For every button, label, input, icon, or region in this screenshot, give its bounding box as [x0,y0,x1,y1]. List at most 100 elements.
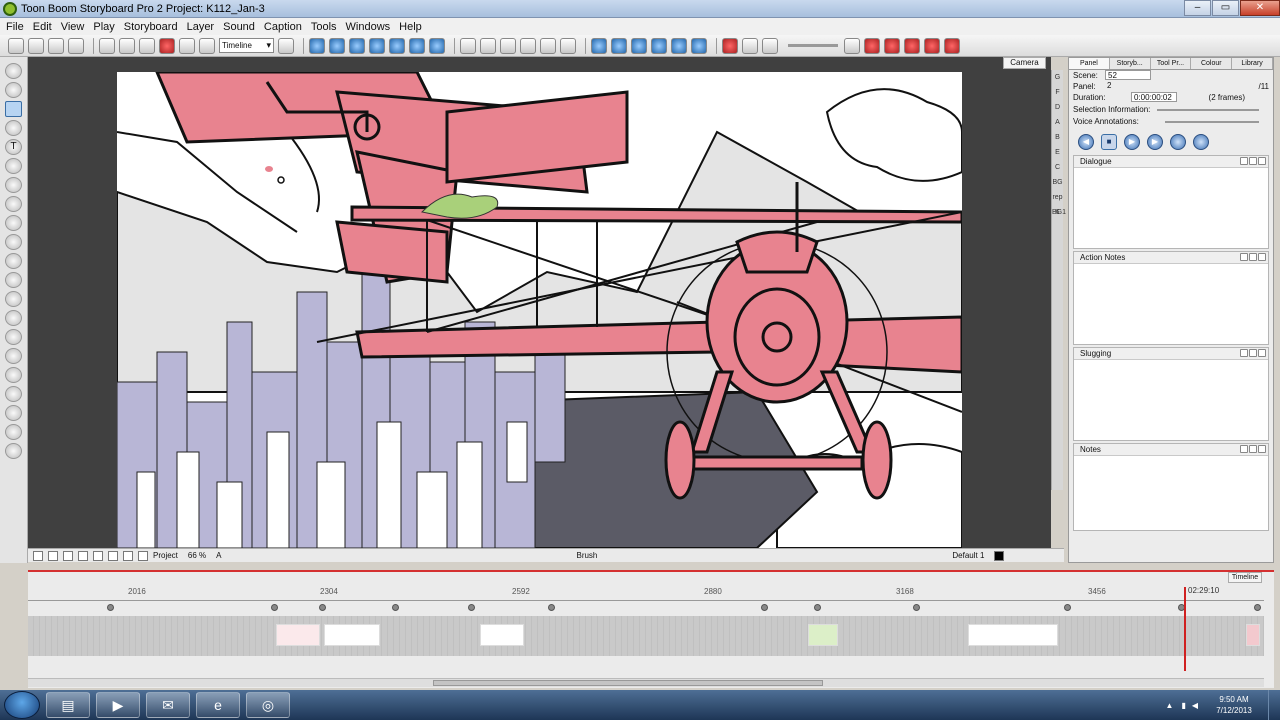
previous-frame-icon[interactable] [611,37,627,54]
layer-label[interactable]: BG [1052,175,1063,190]
expand-icon[interactable] [1249,349,1257,357]
volume-slider[interactable] [788,44,838,47]
start-button[interactable] [4,691,40,719]
lighttable-tool-icon[interactable] [5,367,22,383]
playback-settings-icon[interactable] [691,37,707,54]
brush-tool-icon[interactable] [5,101,22,117]
join-panel-icon[interactable] [520,37,536,54]
menu-edit[interactable]: Edit [33,21,52,33]
hand-tool-icon[interactable] [5,234,22,250]
redo-icon[interactable] [199,37,215,54]
storyboard-panel-drawing[interactable] [117,72,962,548]
timeline-scrollbar[interactable] [28,678,1264,687]
cut-icon[interactable] [99,37,115,54]
open-project-icon[interactable] [28,37,44,54]
paste-icon[interactable] [139,37,155,54]
scene-field[interactable]: 52 [1105,70,1151,80]
menu-tools[interactable]: Tools [311,21,337,33]
grid-toggle-icon[interactable] [48,550,58,561]
record-icon[interactable] [722,37,738,54]
minimize-button[interactable]: – [1184,0,1211,16]
timeline-playhead[interactable] [1184,587,1186,671]
layer-label[interactable]: C [1052,160,1063,175]
menu-sound[interactable]: Sound [223,21,255,33]
outlook-task-icon[interactable]: ✉ [146,692,190,718]
show-desktop-button[interactable] [1268,690,1280,720]
onion-skin-icon[interactable] [329,37,345,54]
zoom-audio-icon[interactable] [1170,134,1186,150]
panel-marker[interactable] [1064,604,1071,611]
duration-field[interactable]: 0:00:00:02 [1131,92,1177,102]
current-colour-swatch[interactable] [994,550,1005,561]
zoom-level[interactable]: 66 % [188,551,206,560]
reset-view-icon[interactable] [33,550,43,561]
timeline-scroll-thumb[interactable] [433,680,823,686]
layout-icon[interactable] [278,37,294,54]
menu-icon[interactable] [1258,157,1266,165]
line-tool-icon[interactable] [5,196,22,212]
menu-icon[interactable] [1258,349,1266,357]
paint-tool-icon[interactable] [5,177,22,193]
internet-explorer-task-icon[interactable]: e [196,692,240,718]
menu-windows[interactable]: Windows [346,21,391,33]
menu-play[interactable]: Play [93,21,114,33]
timeline-ruler[interactable]: 2016 2304 2592 2880 3168 3456 [28,583,1264,601]
clock[interactable]: 9:50 AM 7/12/2013 [1204,694,1264,716]
text-format-icon[interactable] [1240,445,1248,453]
camera-icon[interactable] [560,37,576,54]
save-icon[interactable] [48,37,64,54]
tab-colour[interactable]: Colour [1191,58,1233,69]
layer-label[interactable]: F [1052,85,1063,100]
fast-forward-icon[interactable]: ▶ [1147,134,1163,150]
rotate-tool-icon[interactable] [5,253,22,269]
transition-icon[interactable] [540,37,556,54]
text-format-icon[interactable] [1240,157,1248,165]
selection-info-expander[interactable]: Selection Information: [1069,103,1273,115]
pencil-preset-icon[interactable] [884,37,900,54]
zoom-out-icon[interactable] [429,37,445,54]
eyedropper-tool-icon[interactable] [5,215,22,231]
panel-marker[interactable] [392,604,399,611]
marker-preset-icon[interactable] [924,37,940,54]
notes-section[interactable]: Notes [1073,443,1269,531]
stamp-tool-icon[interactable] [5,443,22,459]
layer-label[interactable]: rep 6 [1052,190,1063,216]
panel-thumbnail[interactable] [276,624,320,646]
transform-tool-icon[interactable] [5,310,22,326]
layer-label[interactable]: E [1052,145,1063,160]
tab-panel[interactable]: Panel [1069,58,1110,69]
maximize-button[interactable]: ▭ [1212,0,1239,16]
copy-icon[interactable] [119,37,135,54]
explorer-task-icon[interactable]: ▤ [46,692,90,718]
panel-track[interactable] [28,616,1264,656]
contour-editor-icon[interactable] [5,82,22,98]
panel-marker[interactable] [107,604,114,611]
menu-icon[interactable] [1258,253,1266,261]
dialogue-section[interactable]: Dialogue [1073,155,1269,249]
media-player-task-icon[interactable]: ▶ [96,692,140,718]
panel-thumbnail[interactable] [1246,624,1260,646]
project-select[interactable]: Project [153,551,178,560]
menu-icon[interactable] [1258,445,1266,453]
camera-tool-icon[interactable] [5,291,22,307]
camera-mask-icon[interactable] [123,550,133,561]
morph-tool-icon[interactable] [5,424,22,440]
tab-storyboard[interactable]: Storyb... [1109,58,1151,69]
panel-thumbnail[interactable] [968,624,1058,646]
menu-caption[interactable]: Caption [264,21,302,33]
rewind-icon[interactable]: ◀ [1078,134,1094,150]
layer-label[interactable]: D [1052,100,1063,115]
split-panel-icon[interactable] [500,37,516,54]
close-button[interactable]: ✕ [1240,0,1280,16]
camera-view-tab[interactable]: Camera [1003,57,1046,69]
brush-preset-icon[interactable] [864,37,880,54]
field-guide-icon[interactable] [389,37,405,54]
stage-view-toggle-icon[interactable] [108,550,118,561]
storyboard-pro-task-icon[interactable]: ◎ [246,692,290,718]
action-notes-section[interactable]: Action Notes [1073,251,1269,345]
sound-icon[interactable] [671,37,687,54]
volume-tray-icon[interactable]: ◀ [1192,701,1198,710]
layer-label[interactable]: B [1052,130,1063,145]
expand-icon[interactable] [1249,253,1257,261]
panel-marker[interactable] [761,604,768,611]
